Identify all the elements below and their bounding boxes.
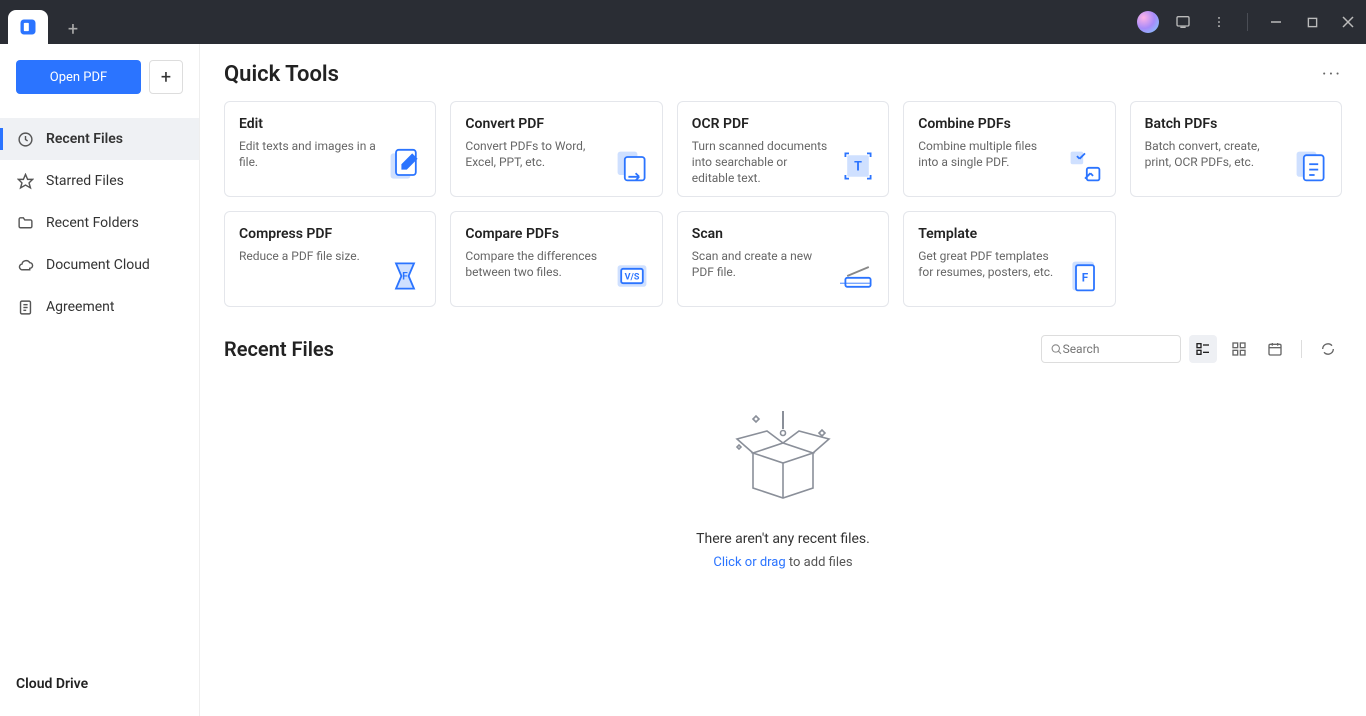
clock-icon	[16, 130, 34, 148]
compare-icon: V/S	[614, 258, 650, 294]
view-grid-button[interactable]	[1225, 335, 1253, 363]
tool-title: Template	[918, 226, 1100, 242]
tool-title: Scan	[692, 226, 874, 242]
tool-card-edit[interactable]: Edit Edit texts and images in a file.	[224, 101, 436, 197]
empty-box-icon	[723, 403, 843, 513]
sidebar-item-agreement[interactable]: Agreement	[0, 286, 199, 328]
search-input[interactable]	[1063, 342, 1172, 356]
tool-desc: Batch convert, create, print, OCR PDFs, …	[1145, 138, 1285, 170]
tool-card-template[interactable]: Template Get great PDF templates for res…	[903, 211, 1115, 307]
combine-icon	[1067, 148, 1103, 184]
tool-title: OCR PDF	[692, 116, 874, 132]
tool-desc: Reduce a PDF file size.	[239, 248, 379, 264]
window-maximize-button[interactable]	[1300, 10, 1324, 34]
tool-desc: Compare the differences between two file…	[465, 248, 605, 280]
svg-text:F: F	[403, 272, 409, 283]
tool-card-compress[interactable]: Compress PDF Reduce a PDF file size. F	[224, 211, 436, 307]
titlebar: +	[0, 0, 1366, 44]
content-area: Quick Tools ··· Edit Edit texts and imag…	[200, 44, 1366, 716]
cloud-icon	[16, 256, 34, 274]
user-avatar[interactable]	[1137, 11, 1159, 33]
template-icon: F	[1067, 258, 1103, 294]
tool-title: Edit	[239, 116, 421, 132]
tool-title: Batch PDFs	[1145, 116, 1327, 132]
sidebar-item-starred-files[interactable]: Starred Files	[0, 160, 199, 202]
empty-rest: to add files	[786, 555, 853, 570]
quick-tools-grid: Edit Edit texts and images in a file. Co…	[224, 101, 1342, 307]
tool-card-combine[interactable]: Combine PDFs Combine multiple files into…	[903, 101, 1115, 197]
compress-icon: F	[387, 258, 423, 294]
document-icon	[16, 298, 34, 316]
tool-desc: Edit texts and images in a file.	[239, 138, 379, 170]
star-icon	[16, 172, 34, 190]
tool-desc: Scan and create a new PDF file.	[692, 248, 832, 280]
empty-sub: Click or drag to add files	[713, 555, 852, 570]
sidebar-item-label: Recent Files	[46, 131, 123, 147]
app-tab-home[interactable]	[8, 10, 48, 44]
tool-desc: Combine multiple files into a single PDF…	[918, 138, 1058, 170]
svg-text:V/S: V/S	[624, 273, 639, 283]
divider	[1247, 13, 1248, 31]
empty-add-link[interactable]: Click or drag	[713, 555, 785, 570]
open-pdf-button[interactable]: Open PDF	[16, 60, 141, 94]
new-tab-button[interactable]: +	[58, 14, 88, 44]
menu-kebab-icon[interactable]	[1207, 10, 1231, 34]
sidebar: Open PDF + Recent Files Starred Files Re…	[0, 44, 200, 716]
tool-card-convert[interactable]: Convert PDF Convert PDFs to Word, Excel,…	[450, 101, 662, 197]
quick-tools-more-button[interactable]: ···	[1322, 64, 1342, 85]
tool-desc: Get great PDF templates for resumes, pos…	[918, 248, 1058, 280]
window-controls	[1137, 10, 1360, 34]
sidebar-item-label: Document Cloud	[46, 257, 150, 273]
search-input-wrapper[interactable]	[1041, 335, 1181, 363]
convert-icon	[614, 148, 650, 184]
quick-tools-heading: Quick Tools	[224, 62, 339, 87]
tool-card-batch[interactable]: Batch PDFs Batch convert, create, print,…	[1130, 101, 1342, 197]
ocr-icon: T	[840, 148, 876, 184]
search-icon	[1050, 342, 1063, 356]
tool-desc: Convert PDFs to Word, Excel, PPT, etc.	[465, 138, 605, 170]
app-logo-icon	[18, 17, 38, 37]
recent-controls	[1041, 335, 1342, 363]
scan-icon	[840, 258, 876, 294]
view-calendar-button[interactable]	[1261, 335, 1289, 363]
tool-title: Convert PDF	[465, 116, 647, 132]
batch-icon	[1293, 148, 1329, 184]
view-list-button[interactable]	[1189, 335, 1217, 363]
tool-title: Compress PDF	[239, 226, 421, 242]
empty-state: There aren't any recent files. Click or …	[224, 403, 1342, 570]
tool-title: Combine PDFs	[918, 116, 1100, 132]
empty-message: There aren't any recent files.	[696, 531, 870, 547]
tool-card-compare[interactable]: Compare PDFs Compare the differences bet…	[450, 211, 662, 307]
window-minimize-button[interactable]	[1264, 10, 1288, 34]
sidebar-item-label: Agreement	[46, 299, 114, 315]
tool-title: Compare PDFs	[465, 226, 647, 242]
tab-well: +	[8, 0, 88, 44]
refresh-button[interactable]	[1314, 335, 1342, 363]
window-close-button[interactable]	[1336, 10, 1360, 34]
tool-desc: Turn scanned documents into searchable o…	[692, 138, 832, 187]
svg-text:F: F	[1081, 270, 1088, 284]
recent-files-heading: Recent Files	[224, 337, 334, 361]
tool-card-scan[interactable]: Scan Scan and create a new PDF file.	[677, 211, 889, 307]
sidebar-item-label: Starred Files	[46, 173, 124, 189]
sidebar-nav: Recent Files Starred Files Recent Folder…	[0, 118, 199, 328]
feedback-icon[interactable]	[1171, 10, 1195, 34]
folder-icon	[16, 214, 34, 232]
sidebar-item-label: Recent Folders	[46, 215, 139, 231]
divider	[1301, 340, 1302, 358]
sidebar-item-recent-files[interactable]: Recent Files	[0, 118, 199, 160]
sidebar-item-document-cloud[interactable]: Document Cloud	[0, 244, 199, 286]
cloud-drive-heading: Cloud Drive	[16, 676, 183, 692]
create-pdf-button[interactable]: +	[149, 60, 183, 94]
svg-text:T: T	[854, 160, 862, 175]
sidebar-item-recent-folders[interactable]: Recent Folders	[0, 202, 199, 244]
tool-card-ocr[interactable]: OCR PDF Turn scanned documents into sear…	[677, 101, 889, 197]
edit-icon	[387, 148, 423, 184]
